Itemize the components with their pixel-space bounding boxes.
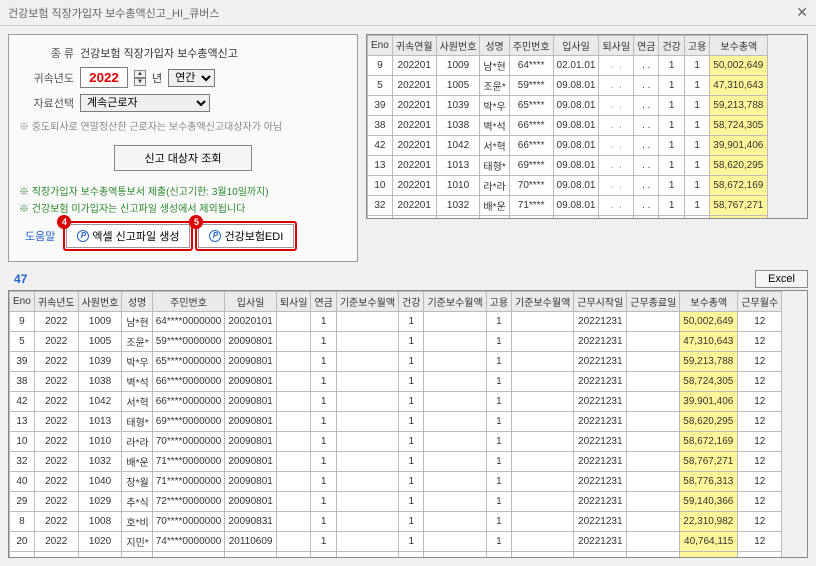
col-header: 건강 — [399, 292, 424, 312]
table-row[interactable]: 52022011005조윤*59****09.08.01. .. .1147,3… — [368, 76, 768, 96]
p-icon: P — [209, 230, 221, 242]
preview-table: Eno귀속연월사원번호성명주민번호입사일퇴사일연금건강고용보수총액 920220… — [367, 35, 768, 219]
table-row[interactable]: 92022011009남*현64****02.01.01. .. .1150,0… — [368, 56, 768, 76]
col-header: 고용 — [684, 36, 709, 56]
col-header: 사원번호 — [436, 36, 480, 56]
col-header: 근무월수 — [738, 292, 782, 312]
col-header: 고용 — [486, 292, 511, 312]
col-header: 퇴사일 — [276, 292, 311, 312]
type-value: 건강보험 직장가입자 보수총액신고 — [80, 45, 238, 61]
year-label: 귀속년도 — [19, 70, 74, 86]
col-header: 기준보수월액 — [512, 292, 574, 312]
col-header: 근무종료일 — [627, 292, 680, 312]
col-header: 성명 — [480, 36, 509, 56]
table-row[interactable]: 4020221040장*월71****000000020090801111202… — [10, 472, 782, 492]
table-row[interactable]: 1420221014남*준64****000000020110701111202… — [10, 552, 782, 559]
row-count: 47 — [8, 272, 27, 286]
col-header: 입사일 — [553, 36, 599, 56]
window-title: 건강보험 직장가입자 보수총액신고_HI_큐버스 — [8, 5, 220, 21]
close-icon[interactable]: ✕ — [796, 4, 808, 21]
col-header: 성명 — [122, 292, 152, 312]
data-label: 자료선택 — [19, 95, 74, 111]
col-header: 귀속년도 — [34, 292, 78, 312]
note-1: ※ 중도퇴사로 연말정산한 근로자는 보수총액신고대상자가 아님 — [19, 118, 347, 133]
year-spinner[interactable]: ▲▼ — [134, 70, 146, 86]
edi-button[interactable]: P건강보험EDI — [198, 224, 294, 248]
col-header: 보수총액 — [710, 36, 768, 56]
table-row[interactable]: 2020221020지민*74****000000020110609111202… — [10, 532, 782, 552]
table-row[interactable]: 3920221039박*우65****000000020090801111202… — [10, 352, 782, 372]
table-row[interactable]: 920221009남*현64****0000000200201011112022… — [10, 312, 782, 332]
p-icon: P — [77, 230, 89, 242]
table-row[interactable]: 392022011039박*우65****09.08.01. .. .1159,… — [368, 96, 768, 116]
col-header: 퇴사일 — [599, 36, 634, 56]
table-row[interactable]: 3220221032배*운71****000000020090801111202… — [10, 452, 782, 472]
type-label: 종 류 — [19, 45, 74, 61]
col-header: 주민번호 — [509, 36, 553, 56]
detail-table: Eno귀속년도사원번호성명주민번호입사일퇴사일연금기준보수월액건강기준보수월액고… — [9, 291, 782, 558]
col-header: 건강 — [659, 36, 684, 56]
table-row[interactable]: 2920221029추*식72****000000020090801111202… — [10, 492, 782, 512]
help-button[interactable]: 도움말 — [19, 225, 61, 247]
table-row[interactable]: 402022011040장*월71****09.08.01. .. .1158,… — [368, 216, 768, 220]
col-header: Eno — [10, 292, 35, 312]
table-row[interactable]: 820221008호*비70****0000000200908311112022… — [10, 512, 782, 532]
excel-gen-button[interactable]: P엑셀 신고파일 생성 — [66, 224, 190, 248]
col-header: Eno — [368, 36, 393, 56]
table-row[interactable]: 1320221013태형*69****000000020090801111202… — [10, 412, 782, 432]
note-3: ※ 건강보험 미가입자는 신고파일 생성에서 제외됩니다 — [19, 200, 347, 215]
col-header: 연금 — [311, 292, 336, 312]
year-unit: 년 — [152, 70, 162, 86]
table-row[interactable]: 520221005조윤*59****0000000200908011112022… — [10, 332, 782, 352]
year-input[interactable] — [80, 67, 128, 88]
period-select[interactable]: 연간 — [168, 69, 215, 87]
data-select[interactable]: 계속근로자 — [80, 94, 210, 112]
table-row[interactable]: 322022011032배*운71****09.08.01. .. .1158,… — [368, 196, 768, 216]
query-button[interactable]: 신고 대상자 조회 — [114, 145, 253, 171]
col-header: 연금 — [634, 36, 659, 56]
col-header: 귀속연월 — [392, 36, 436, 56]
note-2: ※ 직장가입자 보수총액통보서 제출(신고기한: 3월10일까지) — [19, 183, 347, 198]
table-row[interactable]: 3820221038벽*석66****000000020090801111202… — [10, 372, 782, 392]
col-header: 사원번호 — [78, 292, 122, 312]
table-row[interactable]: 382022011038벽*석66****09.08.01. .. .1158,… — [368, 116, 768, 136]
col-header: 입사일 — [225, 292, 277, 312]
col-header: 주민번호 — [152, 292, 225, 312]
excel-button[interactable]: Excel — [755, 270, 808, 288]
filter-panel: 종 류 건강보험 직장가입자 보수총액신고 귀속년도 ▲▼ 년 연간 자료선택 … — [8, 34, 358, 262]
table-row[interactable]: 4220221042서*혁66****000000020090801111202… — [10, 392, 782, 412]
col-header: 기준보수월액 — [424, 292, 486, 312]
titlebar: 건강보험 직장가입자 보수총액신고_HI_큐버스 ✕ — [0, 0, 816, 26]
table-row[interactable]: 102022011010라*라70****09.08.01. .. .1158,… — [368, 176, 768, 196]
col-header: 기준보수월액 — [336, 292, 398, 312]
col-header: 보수총액 — [680, 292, 738, 312]
table-row[interactable]: 132022011013태형*69****09.08.01. .. .1158,… — [368, 156, 768, 176]
table-row[interactable]: 422022011042서*혁66****09.08.01. .. .1139,… — [368, 136, 768, 156]
table-row[interactable]: 1020221010라*라70****000000020090801111202… — [10, 432, 782, 452]
col-header: 근무시작일 — [574, 292, 627, 312]
